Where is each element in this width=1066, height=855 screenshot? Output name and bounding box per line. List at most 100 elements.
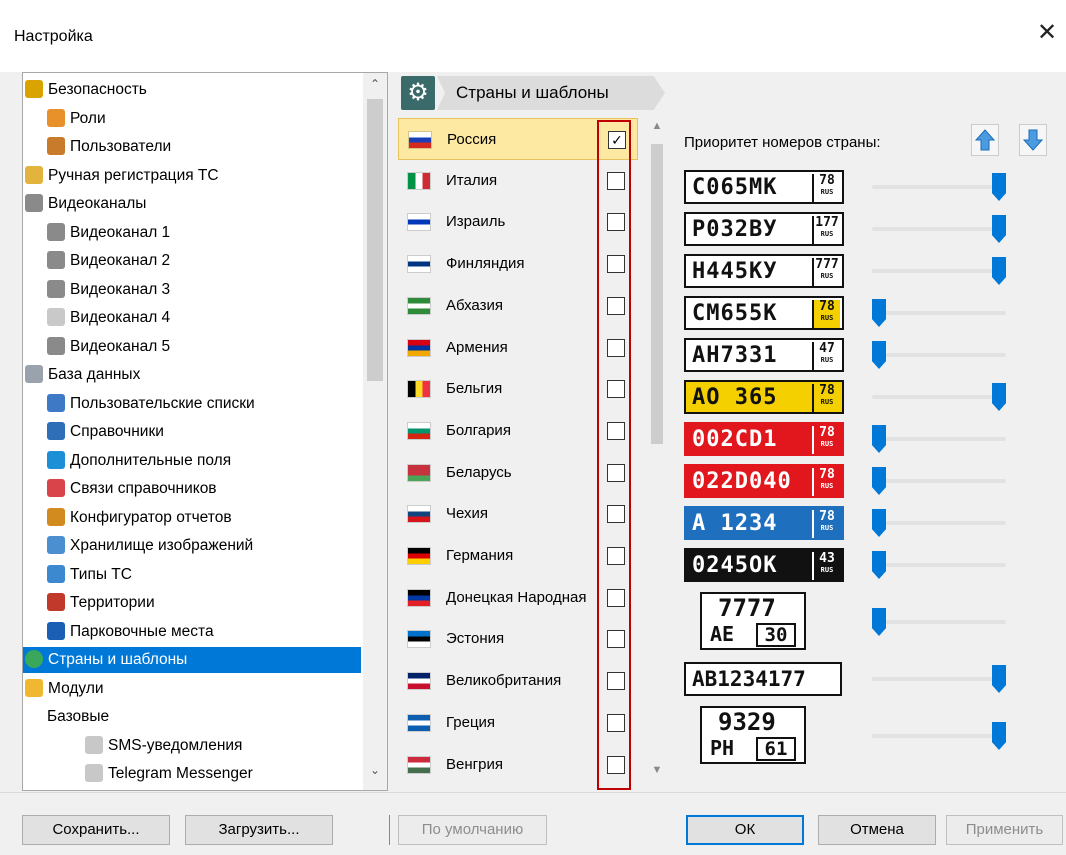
slider-thumb[interactable] [872,341,886,369]
close-button[interactable]: ✕ [1032,18,1062,48]
slider-thumb[interactable] [872,551,886,579]
tree-item[interactable]: Хранилище изображений [23,533,361,559]
priority-slider[interactable] [872,506,1006,540]
window-title: Настройка [14,28,93,45]
priority-slider[interactable] [872,662,1006,696]
flag-icon [408,339,430,356]
pencil-icon [25,165,43,184]
plate-template: 002CD1 78 RUS [684,422,844,456]
slider-track [872,521,1006,525]
tree-item[interactable]: Роли [23,106,361,132]
priority-up-button[interactable] [971,124,999,156]
checkbox-highlight-frame [597,120,631,790]
tree-item[interactable]: Видеоканал 1 [23,220,361,246]
tree-item[interactable]: Дополнительные поля [23,448,361,474]
slider-thumb[interactable] [992,722,1006,750]
tree-item[interactable]: SMS-уведомления [23,733,361,759]
tree-item[interactable]: Модули [23,676,361,702]
slider-thumb[interactable] [872,425,886,453]
slider-thumb[interactable] [872,509,886,537]
priority-slider[interactable] [872,605,1006,639]
tree-item[interactable]: Пользовательские списки [23,391,361,417]
tree-item[interactable]: Типы ТС [23,562,361,588]
tree-item[interactable]: Парковочные места [23,619,361,645]
settings-tree[interactable]: Безопасность Роли Пользователи Ручная регис… [22,72,388,791]
slider-thumb[interactable] [872,608,886,636]
scroll-down-icon[interactable]: ▼ [646,764,668,776]
plate-number: 9329 [718,708,776,736]
plate-number: С065МК [692,175,778,200]
tree-item[interactable]: Видеоканал 2 [23,248,361,274]
tree-item[interactable]: Связи справочников [23,476,361,502]
books-icon [47,422,65,440]
priority-slider[interactable] [872,422,1006,456]
tree-item[interactable]: Пользователи [23,134,361,160]
ok-button[interactable]: ОК [686,815,804,845]
tree-item[interactable]: Конфигуратор отчетов [23,505,361,531]
flag-icon [408,297,430,314]
tree-item-label: Роли [70,109,106,127]
priority-slider[interactable] [872,170,1006,204]
slider-thumb[interactable] [992,173,1006,201]
up-arrow-icon [974,129,996,151]
priority-slider[interactable] [872,380,1006,414]
tree-item[interactable]: Ручная регистрация ТС [23,163,361,189]
tree-item[interactable]: Видеоканалы [23,191,361,217]
tree-item[interactable]: База данных [23,362,361,388]
tree-scrollbar[interactable]: ⌃ ⌄ [363,73,387,790]
apply-button[interactable]: Применить [946,815,1063,845]
priority-slider[interactable] [872,464,1006,498]
slider-thumb[interactable] [872,299,886,327]
tree-item[interactable]: Telegram Messenger [23,761,361,787]
down-arrow-icon [1022,129,1044,151]
tree-scroll-thumb[interactable] [367,99,383,381]
priority-slider[interactable] [872,548,1006,582]
plate-template: С065МК 78 RUS [684,170,844,204]
country-list-scrollbar[interactable]: ▲ ▼ [646,118,668,783]
priority-slider[interactable] [872,254,1006,288]
defaults-button[interactable]: По умолчанию [398,815,547,845]
tree-item[interactable]: Безопасность [23,77,361,103]
plate-template: 022D040 78 RUS [684,464,844,498]
tree-item-label: Видеоканал 3 [70,280,171,298]
scroll-up-icon[interactable]: ▲ [646,120,668,132]
tree-item[interactable]: Видеоканал 4 [23,305,361,331]
priority-slider[interactable] [872,719,1006,753]
country-scroll-thumb[interactable] [651,144,663,444]
tree-item-label: Видеоканал 4 [70,309,171,326]
country-name: Бельгия [446,380,503,398]
plate-template: Р032ВУ 177 RUS [684,212,844,246]
slider-thumb[interactable] [992,215,1006,243]
scroll-down-icon[interactable]: ⌄ [363,763,387,777]
plate-template: СМ655К 78 RUS [684,296,844,330]
cancel-button[interactable]: Отмена [818,815,936,845]
save-button[interactable]: Сохранить... [22,815,170,845]
plate-region: 30 [756,623,796,647]
slider-thumb[interactable] [992,665,1006,693]
slider-thumb[interactable] [992,257,1006,285]
priority-slider[interactable] [872,338,1006,372]
slider-thumb[interactable] [872,467,886,495]
flag-icon [408,172,430,189]
priority-slider[interactable] [872,296,1006,330]
plate-region: 78 RUS [812,384,840,412]
country-name: Болгария [446,421,511,439]
load-button[interactable]: Загрузить... [185,815,333,845]
slider-track [872,734,1006,738]
tree-item[interactable]: Базовые [23,704,361,730]
scroll-up-icon[interactable]: ⌃ [363,77,387,91]
plate-number: А 1234 [692,511,778,536]
country-name: Абхазия [446,296,503,314]
plate-series: РН [710,736,735,760]
tree-item[interactable]: Видеоканал 3 [23,277,361,303]
priority-down-button[interactable] [1019,124,1047,156]
tree-item[interactable]: Территории [23,590,361,616]
tree-item[interactable]: Видеоканал 5 [23,334,361,360]
tree-item[interactable]: Справочники [23,419,361,445]
slider-thumb[interactable] [992,383,1006,411]
flag-icon [408,256,430,273]
priority-slider[interactable] [872,212,1006,246]
slider-track [872,185,1006,189]
tree-item[interactable]: Страны и шаблоны [23,647,361,673]
plate-region: 43 RUS [812,552,840,580]
